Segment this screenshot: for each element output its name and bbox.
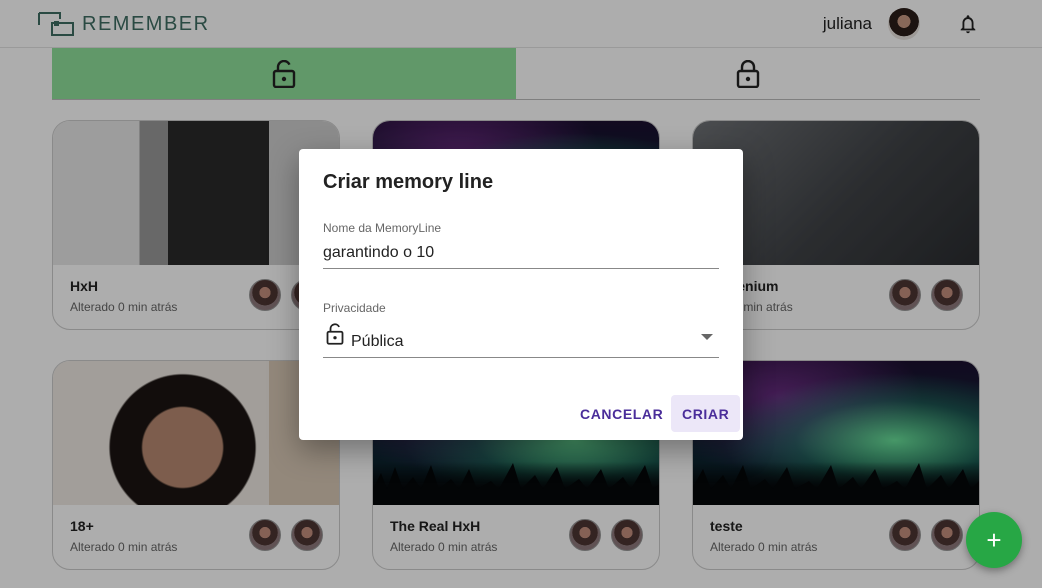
- privacy-field-label: Privacidade: [323, 301, 386, 315]
- dropdown-arrow-icon[interactable]: [701, 334, 713, 340]
- add-memory-line-button[interactable]: +: [966, 512, 1022, 568]
- privacy-select[interactable]: Pública: [351, 333, 403, 351]
- name-field-label: Nome da MemoryLine: [323, 221, 442, 235]
- create-button[interactable]: CRIAR: [671, 395, 741, 432]
- name-input[interactable]: garantindo o 10: [323, 244, 434, 262]
- cancel-button[interactable]: CANCELAR: [569, 395, 674, 432]
- lock-open-icon: [326, 323, 344, 345]
- plus-icon: +: [986, 524, 1002, 555]
- name-input-underline: [323, 268, 719, 269]
- create-memory-line-dialog: Criar memory line Nome da MemoryLine gar…: [299, 149, 743, 440]
- privacy-select-underline: [323, 357, 719, 358]
- dialog-title: Criar memory line: [323, 171, 494, 193]
